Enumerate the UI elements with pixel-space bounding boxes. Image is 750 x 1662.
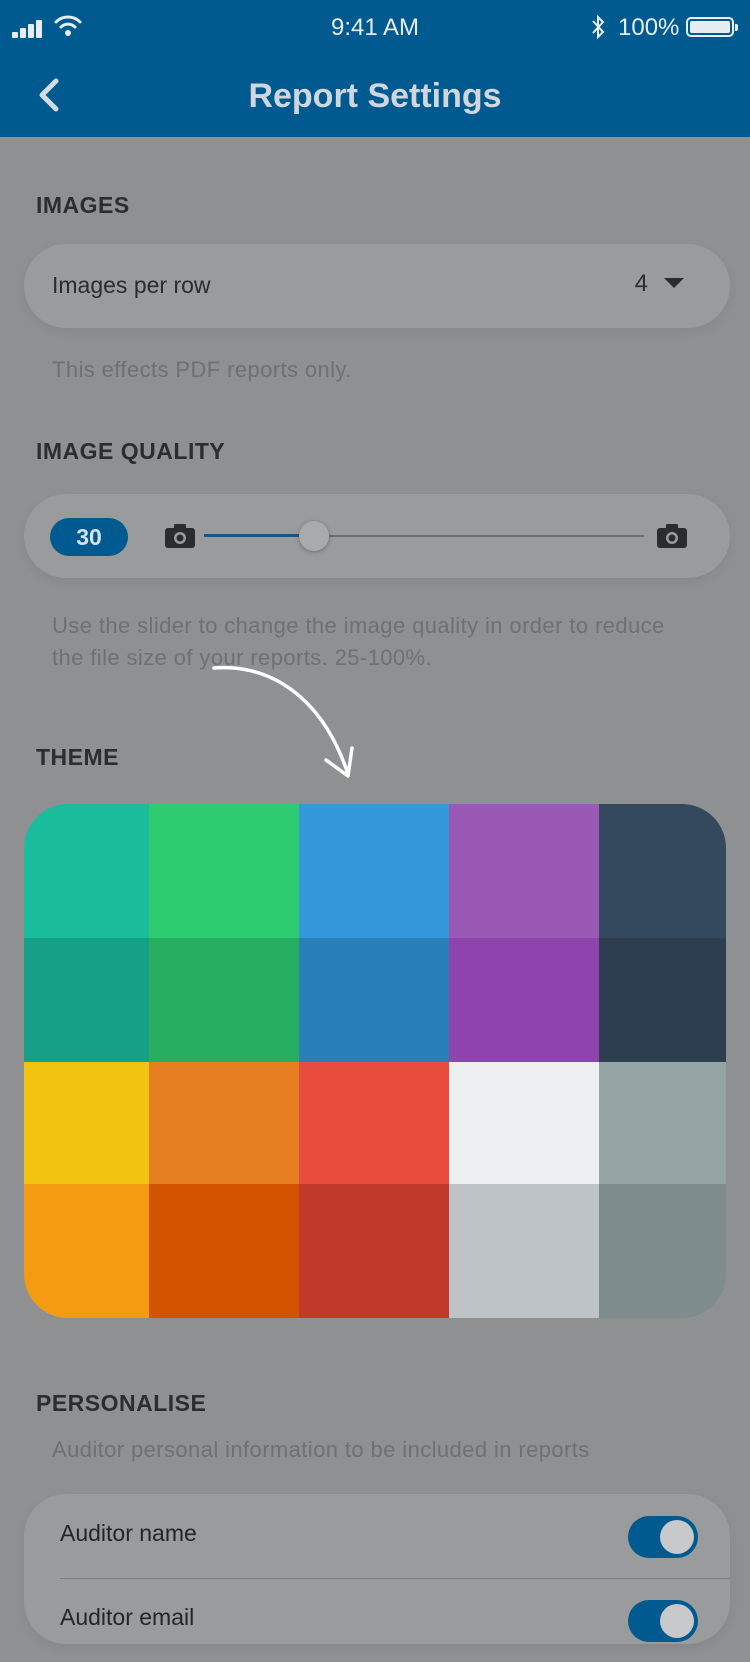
theme-swatch[interactable] [24,938,149,1062]
theme-swatch[interactable] [149,938,299,1062]
toggle-knob [660,1604,694,1638]
images-per-row-value: 4 [634,270,648,297]
images-helper-text: This effects PDF reports only. [52,357,352,382]
camera-icon [165,524,195,548]
bluetooth-icon [592,14,605,40]
theme-section-title: THEME [36,744,119,770]
quality-slider-track[interactable] [204,521,644,551]
theme-swatch[interactable] [599,1062,726,1184]
theme-swatch[interactable] [24,1184,149,1318]
auditor-email-toggle[interactable] [628,1600,698,1642]
theme-swatch[interactable] [599,1184,726,1318]
page-title: Report Settings [248,77,502,115]
images-per-row-label: Images per row [52,272,211,298]
battery-icon [686,17,738,37]
theme-swatch[interactable] [449,1062,599,1184]
quality-value-badge: 30 [50,518,128,556]
auditor-email-label: Auditor email [60,1604,195,1630]
images-section-title: IMAGES [36,192,130,218]
camera-icon [657,524,687,548]
personalise-section-title: PERSONALISE [36,1390,207,1416]
toggle-row-auditor-email: Auditor email [24,1578,730,1662]
status-bar: 9:41 AM 100% [0,0,750,55]
theme-swatch[interactable] [599,938,726,1062]
theme-swatch[interactable] [449,1184,599,1318]
nav-bar: Report Settings [0,55,750,137]
image-quality-helper-text: Use the slider to change the image quali… [52,613,665,670]
theme-swatch[interactable] [149,1062,299,1184]
theme-swatch[interactable] [24,804,149,938]
personalise-helper-text: Auditor personal information to be inclu… [52,1437,590,1462]
battery-percent: 100% [618,14,680,41]
theme-swatch[interactable] [449,938,599,1062]
caret-down-icon [664,278,684,288]
theme-swatch[interactable] [299,804,449,938]
quality-slider-fill [204,534,314,537]
theme-swatch[interactable] [599,804,726,938]
theme-palette [24,804,726,1318]
auditor-name-label: Auditor name [60,1520,197,1546]
toggle-row-auditor-name: Auditor name [24,1494,730,1579]
image-quality-section-title: IMAGE QUALITY [36,438,226,464]
theme-swatch[interactable] [299,1062,449,1184]
theme-swatch[interactable] [149,1184,299,1318]
theme-swatch[interactable] [449,804,599,938]
images-per-row-select[interactable]: Images per row 4 [24,244,730,328]
theme-swatch[interactable] [24,1062,149,1184]
quality-slider-thumb[interactable] [299,521,329,551]
image-quality-card: 30 [24,494,730,578]
theme-swatch[interactable] [149,804,299,938]
arrow-annotation-icon [212,665,354,778]
theme-swatch[interactable] [299,938,449,1062]
theme-swatch[interactable] [299,1184,449,1318]
toggle-knob [660,1520,694,1554]
auditor-name-toggle[interactable] [628,1516,698,1558]
personalise-card: Auditor name Auditor email [24,1494,730,1644]
